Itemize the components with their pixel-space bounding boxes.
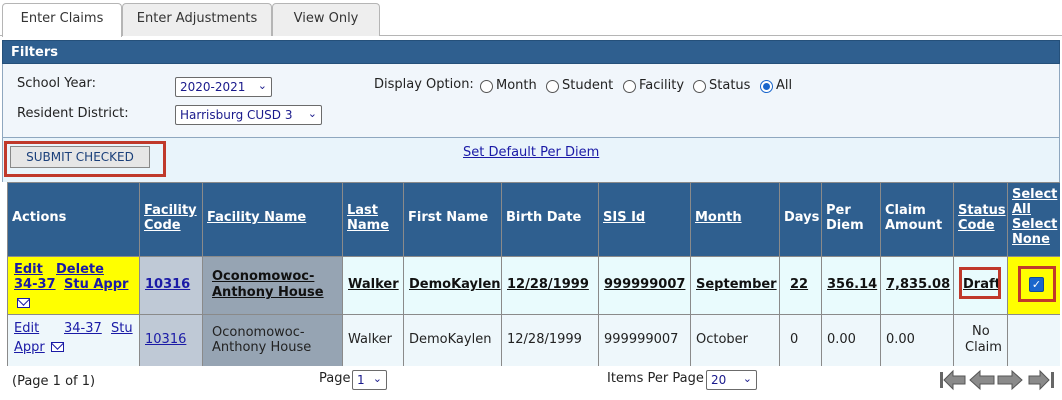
row2-facility-code[interactable]: 10316 xyxy=(140,315,203,366)
header-days: Days xyxy=(780,183,822,257)
row2-last-name[interactable]: Walker xyxy=(343,315,404,366)
header-facility-name[interactable]: Facility Name xyxy=(203,183,343,257)
row2-days[interactable]: 0 xyxy=(780,315,822,366)
page-value: 1 xyxy=(357,373,365,387)
row2-per-diem[interactable]: 0.00 xyxy=(822,315,881,366)
items-per-page-select[interactable]: 20 ⌄ xyxy=(706,370,757,390)
header-birth-date: Birth Date xyxy=(502,183,599,257)
row1-sis-id[interactable]: 999999007 xyxy=(599,257,691,315)
radio-status-label: Status xyxy=(709,78,751,93)
radio-facility[interactable] xyxy=(623,80,636,93)
school-year-value: 2020-2021 xyxy=(180,80,246,94)
next-page-icon[interactable] xyxy=(997,368,1024,392)
header-sis-id[interactable]: SIS Id xyxy=(599,183,691,257)
radio-month[interactable] xyxy=(480,80,493,93)
row1-birth-date[interactable]: 12/28/1999 xyxy=(502,257,599,315)
radio-all[interactable] xyxy=(760,80,773,93)
resident-district-label: Resident District: xyxy=(17,106,129,121)
chevron-down-icon: ⌄ xyxy=(372,372,382,385)
row1-select-checkbox[interactable]: ✓ xyxy=(1029,277,1044,292)
header-month[interactable]: Month xyxy=(691,183,780,257)
first-page-icon[interactable] xyxy=(939,368,966,392)
row1-per-diem[interactable]: 356.14 xyxy=(822,257,881,315)
report-34-37-link[interactable]: 34-37 xyxy=(64,321,102,336)
filters-header: Filters xyxy=(2,40,1060,64)
stu-appr-link-cont[interactable]: Appr xyxy=(14,340,45,355)
school-year-label: School Year: xyxy=(17,76,96,91)
page-select[interactable]: 1 ⌄ xyxy=(352,370,387,390)
mail-icon[interactable] xyxy=(51,342,64,352)
row2-actions: Edit 34-37 Stu Appr xyxy=(8,315,140,366)
edit-link[interactable]: Edit xyxy=(14,321,39,336)
page-info: (Page 1 of 1) xyxy=(12,374,96,389)
row1-first-name[interactable]: DemoKaylen xyxy=(404,257,502,315)
resident-district-select[interactable]: Harrisburg CUSD 3 ⌄ xyxy=(175,105,322,125)
chevron-down-icon: ⌄ xyxy=(307,107,317,120)
radio-all-label: All xyxy=(776,78,793,93)
header-per-diem: Per Diem xyxy=(822,183,881,257)
select-none-link: Select xyxy=(1012,217,1058,232)
stu-appr-link[interactable]: Stu Appr xyxy=(64,277,128,292)
previous-page-icon[interactable] xyxy=(968,368,995,392)
row1-claim-amount[interactable]: 7,835.08 xyxy=(881,257,954,315)
header-actions: Actions xyxy=(8,183,140,257)
row2-claim-amount[interactable]: 0.00 xyxy=(881,315,954,366)
submit-checked-button[interactable]: SUBMIT CHECKED xyxy=(10,146,150,168)
stu-appr-link[interactable]: Stu xyxy=(111,321,133,336)
header-first-name: First Name xyxy=(404,183,502,257)
row1-last-name[interactable]: Walker xyxy=(343,257,404,315)
radio-facility-label: Facility xyxy=(639,78,685,93)
page-label: Page xyxy=(319,371,351,386)
row1-month[interactable]: September xyxy=(691,257,780,315)
radio-student[interactable] xyxy=(546,80,559,93)
report-34-37-link[interactable]: 34-37 xyxy=(14,277,56,292)
radio-status[interactable] xyxy=(693,80,706,93)
tab-bar: Enter Claims Enter Adjustments View Only xyxy=(0,0,1062,37)
resident-district-value: Harrisburg CUSD 3 xyxy=(180,108,293,122)
row2-select xyxy=(1008,315,1060,366)
mail-icon[interactable] xyxy=(17,298,30,308)
radio-month-label: Month xyxy=(496,78,537,93)
edit-link[interactable]: Edit xyxy=(14,262,43,277)
header-status-code[interactable]: Status Code xyxy=(954,183,1008,257)
row1-days[interactable]: 22 xyxy=(780,257,822,315)
header-claim-amount: Claim Amount xyxy=(881,183,954,257)
header-select[interactable]: Select All Select None xyxy=(1008,183,1060,257)
row2-sis-id[interactable]: 999999007 xyxy=(599,315,691,366)
last-page-icon[interactable] xyxy=(1028,368,1055,392)
header-last-name[interactable]: Last Name xyxy=(343,183,404,257)
items-per-page-value: 20 xyxy=(711,373,727,387)
row2-month[interactable]: October xyxy=(691,315,780,366)
claims-table: Actions Facility Code Facility Name Last… xyxy=(7,182,1060,366)
tab-enter-adjustments[interactable]: Enter Adjustments xyxy=(122,3,272,36)
display-option-label: Display Option: xyxy=(374,77,474,92)
row2-birth-date[interactable]: 12/28/1999 xyxy=(502,315,599,366)
row2-status-code[interactable]: No Claim xyxy=(954,315,1008,366)
row1-facility-name[interactable]: Oconomowoc- Anthony House xyxy=(203,257,343,315)
tab-view-only[interactable]: View Only xyxy=(272,3,380,36)
status-highlight-box xyxy=(959,267,1001,299)
row2-facility-name[interactable]: Oconomowoc- Anthony House xyxy=(203,315,343,366)
set-default-per-diem-link[interactable]: Set Default Per Diem xyxy=(463,145,599,160)
header-facility-code[interactable]: Facility Code xyxy=(140,183,203,257)
radio-student-label: Student xyxy=(562,78,614,93)
select-all-link: Select xyxy=(1012,187,1058,202)
row2-first-name[interactable]: DemoKaylen xyxy=(404,315,502,366)
row1-facility-code[interactable]: 10316 xyxy=(140,257,203,315)
items-per-page-label: Items Per Page xyxy=(607,371,704,386)
delete-link[interactable]: Delete xyxy=(56,262,104,277)
filters-panel: School Year: 2020-2021 ⌄ Resident Distri… xyxy=(2,64,1060,138)
school-year-select[interactable]: 2020-2021 ⌄ xyxy=(175,77,272,97)
chevron-down-icon: ⌄ xyxy=(742,372,752,385)
row1-actions: Edit Delete 34-37 Stu Appr xyxy=(8,257,140,315)
chevron-down-icon: ⌄ xyxy=(257,79,267,92)
tab-enter-claims[interactable]: Enter Claims xyxy=(2,3,122,37)
